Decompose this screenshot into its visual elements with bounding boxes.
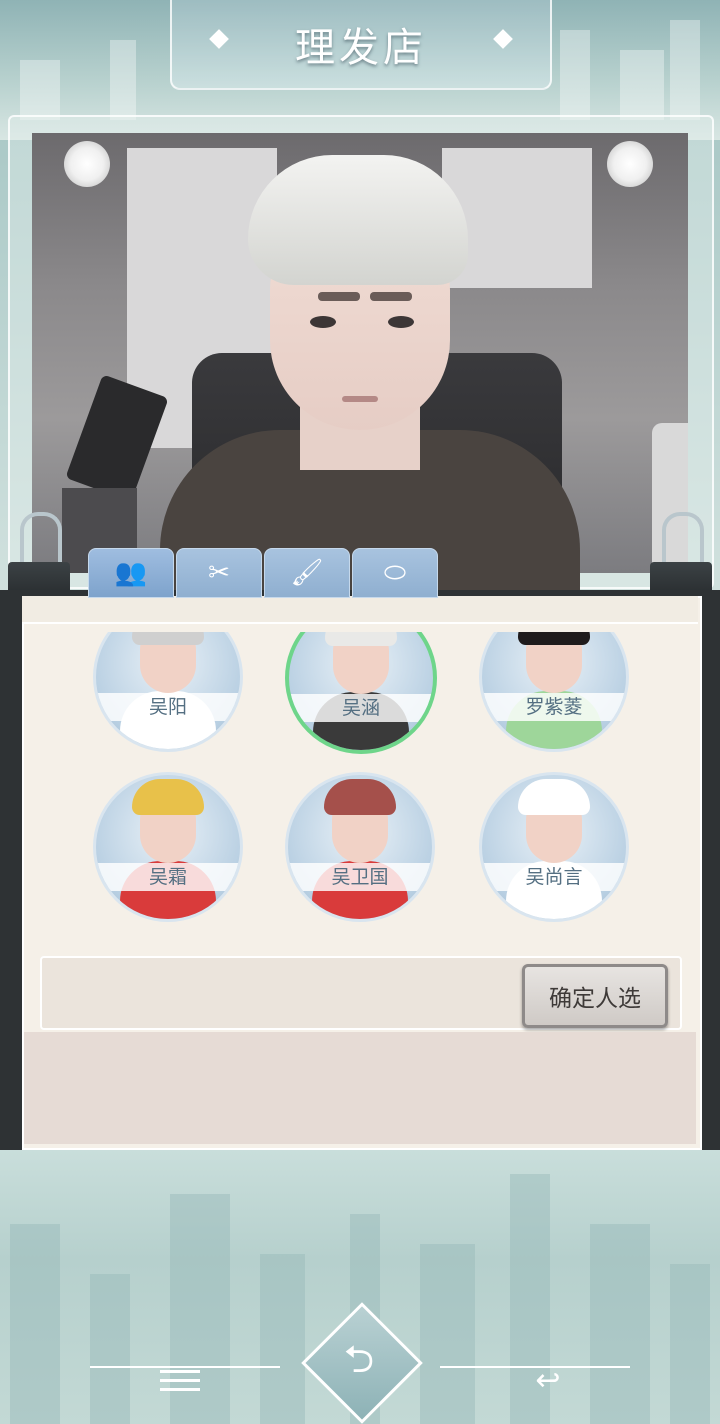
character-name: 吴尚言 xyxy=(525,866,583,888)
diamond-ornament-icon xyxy=(209,29,229,49)
tab-haircut[interactable]: ✂ xyxy=(176,548,262,598)
back-button[interactable]: ↩ xyxy=(526,1364,570,1398)
accessories-icon: ⬭ xyxy=(383,557,407,588)
confirm-selection-button[interactable]: 确定人选 xyxy=(522,964,668,1028)
panel-header-strip xyxy=(22,596,698,624)
character-name: 吴卫国 xyxy=(331,866,389,888)
back-arrow-icon: ↩ xyxy=(535,1363,561,1398)
dye-tube-icon: 🖌 xyxy=(290,558,324,588)
title-banner: 理发店 xyxy=(170,0,552,90)
panel-lower-area xyxy=(24,1032,696,1144)
mirror-light xyxy=(64,141,110,187)
tab-accessories[interactable]: ⬭ xyxy=(352,548,438,598)
menu-button[interactable] xyxy=(160,1370,200,1398)
character-name: 吴涵 xyxy=(341,697,380,719)
character-avatar-wuhan[interactable]: 吴涵 xyxy=(285,632,437,754)
people-icon: 👥 xyxy=(114,558,148,588)
character-name: 罗紫菱 xyxy=(525,696,583,718)
character-mouth xyxy=(342,396,378,402)
character-hair xyxy=(248,155,468,285)
character-brow xyxy=(318,292,360,301)
return-home-icon: ⮌ xyxy=(343,1337,375,1381)
character-name: 吴阳 xyxy=(148,696,187,718)
character-avatar-wuweiguo[interactable]: 吴卫国 xyxy=(285,772,435,922)
character-avatar-wushangyan[interactable]: 吴尚言 xyxy=(479,772,629,922)
diamond-ornament-icon xyxy=(493,29,513,49)
nav-divider xyxy=(90,1366,280,1368)
tab-characters[interactable]: 👥 xyxy=(88,548,174,598)
character-name: 吴霜 xyxy=(148,866,187,888)
menu-icon xyxy=(160,1370,200,1373)
character-avatar-wuyang[interactable]: 吴阳 xyxy=(93,632,243,752)
character-brow xyxy=(370,292,412,301)
category-tabs: 👥 ✂ 🖌 ⬭ xyxy=(88,548,440,598)
character-avatar-luoziling[interactable]: 罗紫菱 xyxy=(479,632,629,752)
character-grid: 吴阳 吴涵 罗紫菱 吴霜 吴卫国 吴尚言 xyxy=(22,632,698,932)
comb-icon xyxy=(65,374,169,502)
scissors-icon: ✂ xyxy=(208,558,230,588)
page-title: 理发店 xyxy=(295,25,427,71)
character-avatar-wulei[interactable]: 吴霜 xyxy=(93,772,243,922)
character-eye xyxy=(310,316,336,328)
tab-dye[interactable]: 🖌 xyxy=(264,548,350,598)
character-eye xyxy=(388,316,414,328)
mirror-light xyxy=(607,141,653,187)
